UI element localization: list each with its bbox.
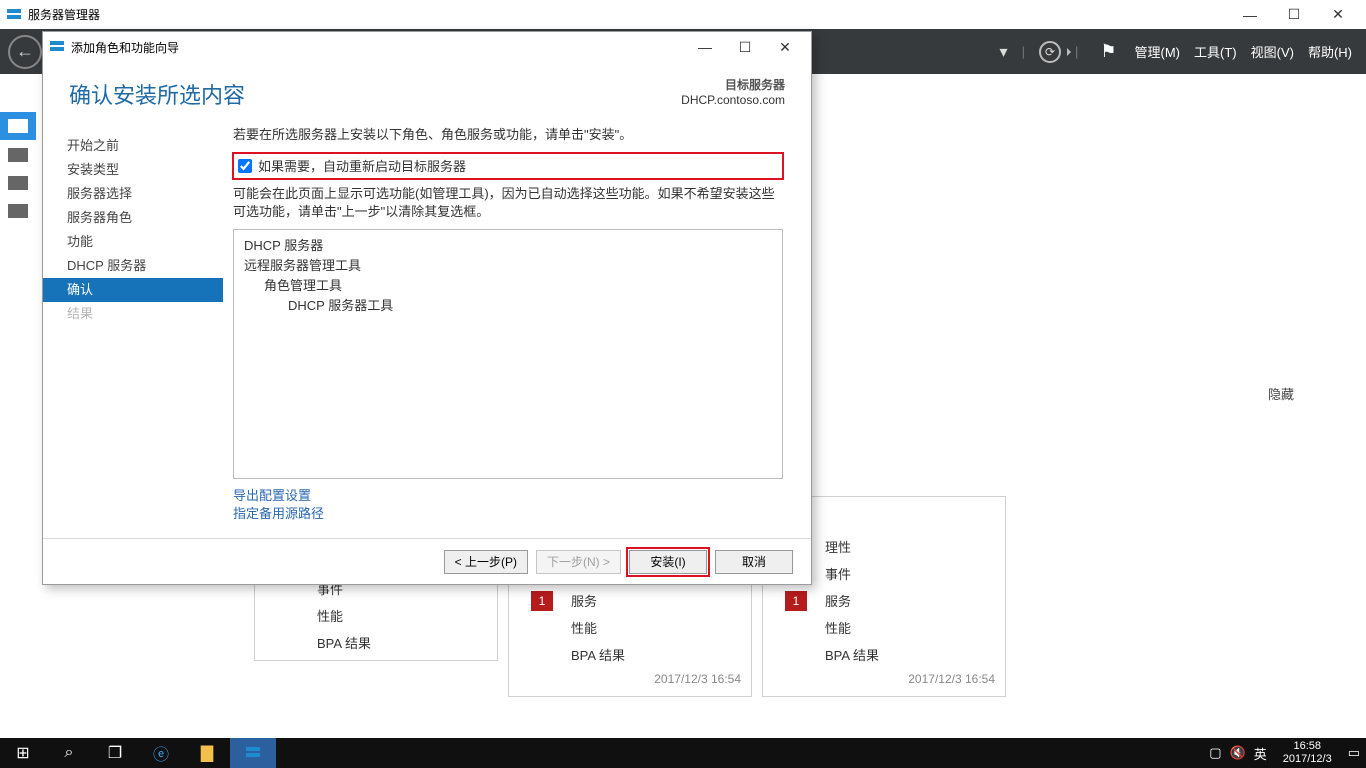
target-host: DHCP.contoso.com xyxy=(681,93,785,108)
taskview-button[interactable]: ❐ xyxy=(92,738,138,768)
menu-tools[interactable]: 工具(T) xyxy=(1194,42,1237,61)
panel-timestamp: 2017/12/3 16:54 xyxy=(763,668,1005,692)
panel-row-perf[interactable]: 性能 xyxy=(509,614,751,641)
action-center-icon[interactable]: ▭ xyxy=(1348,745,1360,761)
server-manager-title: 服务器管理器 xyxy=(28,6,100,23)
taskbar: ⊞ ⌕ ❐ ⓔ ▇ ▢ 🔇 英 16:58 2017/12/3 ▭ xyxy=(0,738,1366,768)
nav-confirm[interactable]: 确认 xyxy=(43,278,223,302)
taskbar-clock[interactable]: 16:58 2017/12/3 xyxy=(1275,740,1340,766)
cancel-button[interactable]: 取消 xyxy=(715,550,793,574)
menu-view[interactable]: 视图(V) xyxy=(1251,42,1294,61)
wizard-close-button[interactable]: ✕ xyxy=(765,33,805,61)
nav-result: 结果 xyxy=(43,302,223,326)
panel-row-bpa[interactable]: BPA 结果 xyxy=(509,641,751,668)
nav-server-select[interactable]: 服务器选择 xyxy=(43,182,223,206)
auto-restart-row[interactable]: 如果需要，自动重新启动目标服务器 xyxy=(233,153,783,179)
wizard-title: 添加角色和功能向导 xyxy=(71,39,179,56)
alt-source-link[interactable]: 指定备用源路径 xyxy=(233,505,783,523)
wizard-note-text: 可能会在此页面上显示可选功能(如管理工具)，因为已自动选择这些功能。如果不希望安… xyxy=(233,185,783,221)
nav-server-roles[interactable]: 服务器角色 xyxy=(43,206,223,230)
list-item: 远程服务器管理工具 xyxy=(244,256,772,276)
wizard-icon xyxy=(49,39,65,55)
selected-features-list[interactable]: DHCP 服务器 远程服务器管理工具 角色管理工具 DHCP 服务器工具 xyxy=(233,229,783,479)
list-item: DHCP 服务器工具 xyxy=(244,296,772,316)
wizard-heading: 确认安装所选内容 xyxy=(69,78,245,110)
export-config-link[interactable]: 导出配置设置 xyxy=(233,487,783,505)
panel-row-perf[interactable]: 性能 xyxy=(763,614,1005,641)
list-item: 角色管理工具 xyxy=(244,276,772,296)
outer-maximize-button[interactable]: ☐ xyxy=(1272,0,1316,29)
panel-row-services[interactable]: 1服务 xyxy=(509,587,751,614)
wizard-minimize-button[interactable]: — xyxy=(685,33,725,61)
panel-row-services[interactable]: 1服务 xyxy=(763,587,1005,614)
next-button: 下一步(N) > xyxy=(536,550,621,574)
tray-sound-icon[interactable]: 🔇 xyxy=(1230,745,1246,761)
sidebar-item-1[interactable] xyxy=(8,148,28,162)
tray-ime[interactable]: 英 xyxy=(1254,744,1267,763)
hide-link[interactable]: 隐藏 xyxy=(1268,384,1294,403)
panel-row-perf[interactable]: 性能 xyxy=(255,602,497,629)
sidebar-item-2[interactable] xyxy=(8,176,28,190)
dropdown-icon[interactable]: ▾ xyxy=(1000,42,1008,62)
server-manager-titlebar: 服务器管理器 — ☐ ✕ xyxy=(0,0,1366,29)
back-button[interactable]: ← xyxy=(8,35,42,69)
sidebar-item-3[interactable] xyxy=(8,204,28,218)
panel-row-bpa[interactable]: BPA 结果 xyxy=(763,641,1005,668)
list-item: DHCP 服务器 xyxy=(244,236,772,256)
menu-help[interactable]: 帮助(H) xyxy=(1308,42,1352,61)
add-roles-wizard: 添加角色和功能向导 — ☐ ✕ 确认安装所选内容 目标服务器 DHCP.cont… xyxy=(42,31,812,585)
sidebar-dashboard[interactable] xyxy=(0,112,36,140)
nav-features[interactable]: 功能 xyxy=(43,230,223,254)
wizard-content: 若要在所选服务器上安装以下角色、角色服务或功能，请单击"安装"。 如果需要，自动… xyxy=(223,114,811,538)
ie-icon[interactable]: ⓔ xyxy=(138,738,184,768)
server-manager-sidebar xyxy=(0,74,36,218)
search-button[interactable]: ⌕ xyxy=(46,738,92,768)
nav-before[interactable]: 开始之前 xyxy=(43,134,223,158)
install-button[interactable]: 安装(I) xyxy=(629,550,707,574)
panel-row-bpa[interactable]: BPA 结果 xyxy=(255,629,497,656)
explorer-icon[interactable]: ▇ xyxy=(184,738,230,768)
auto-restart-label: 如果需要，自动重新启动目标服务器 xyxy=(258,156,466,175)
tray-network-icon[interactable]: ▢ xyxy=(1209,745,1221,761)
panel-timestamp: 2017/12/3 16:54 xyxy=(509,668,751,692)
wizard-target-info: 目标服务器 DHCP.contoso.com xyxy=(681,78,785,108)
wizard-maximize-button[interactable]: ☐ xyxy=(725,33,765,61)
panel-left: 事件 性能 BPA 结果 xyxy=(254,574,498,661)
wizard-titlebar: 添加角色和功能向导 — ☐ ✕ xyxy=(43,32,811,62)
prev-button[interactable]: < 上一步(P) xyxy=(444,550,528,574)
wizard-footer: < 上一步(P) 下一步(N) > 安装(I) 取消 xyxy=(43,538,811,584)
auto-restart-checkbox[interactable] xyxy=(238,159,252,173)
wizard-nav: 开始之前 安装类型 服务器选择 服务器角色 功能 DHCP 服务器 确认 结果 xyxy=(43,114,223,538)
target-label: 目标服务器 xyxy=(681,78,785,93)
outer-minimize-button[interactable]: — xyxy=(1228,0,1272,29)
nav-dhcp[interactable]: DHCP 服务器 xyxy=(43,254,223,278)
server-manager-taskbar-icon[interactable] xyxy=(230,738,276,768)
notifications-flag-icon[interactable]: ⚑ xyxy=(1100,41,1116,62)
outer-close-button[interactable]: ✕ xyxy=(1316,0,1360,29)
refresh-icon[interactable]: ⟳ xyxy=(1039,41,1061,63)
server-manager-icon xyxy=(6,7,22,23)
nav-install-type[interactable]: 安装类型 xyxy=(43,158,223,182)
menu-manage[interactable]: 管理(M) xyxy=(1135,42,1181,61)
start-button[interactable]: ⊞ xyxy=(0,738,46,768)
wizard-intro-text: 若要在所选服务器上安装以下角色、角色服务或功能，请单击"安装"。 xyxy=(233,124,783,143)
